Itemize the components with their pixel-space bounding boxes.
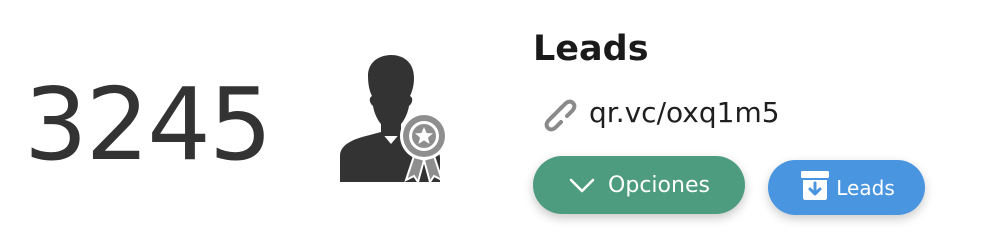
leads-button-label: Leads [836,175,895,200]
options-button-label: Opciones [608,172,710,198]
leads-count: 3245 [24,66,272,183]
leads-download-button[interactable]: Leads [768,160,925,215]
link-chain-icon [544,99,577,132]
leads-card: 3245 Leads qr.vc/oxq1m5 Opciones Leads [0,0,1000,244]
archive-download-icon [801,170,830,200]
options-button[interactable]: Opciones [533,156,745,214]
user-award-icon [340,55,448,182]
chevron-down-icon [569,178,595,193]
short-link[interactable]: qr.vc/oxq1m5 [589,96,780,129]
page-title: Leads [533,29,649,69]
short-link-row: qr.vc/oxq1m5 [537,92,780,132]
